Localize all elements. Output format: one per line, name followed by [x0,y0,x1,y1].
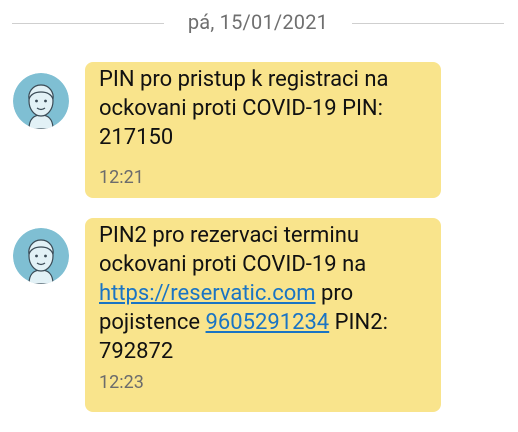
reservatic-link[interactable]: https://reservatic.com [99,281,316,306]
message-timestamp: 12:21 [99,167,144,188]
sms-conversation: pá, 15/01/2021 PIN pro pristup k registr… [0,0,518,432]
message-text: PIN2 pro rezervaci terminu ockovani prot… [99,221,429,366]
message-timestamp: 12:23 [99,372,144,393]
message-line: PIN2 pro rezervaci terminu [99,223,359,248]
message-bubble[interactable]: PIN2 pro rezervaci terminu ockovani prot… [85,218,441,412]
message-line: 792872 [99,339,174,364]
message-line: PIN pro pristup k registraci na [99,67,389,92]
message-line: ockovani proti COVID-19 PIN: [99,96,383,121]
message-fragment: pro [315,281,354,306]
message-line: 217150 [99,125,174,150]
phone-number-link[interactable]: 9605291234 [206,310,330,335]
message-fragment: pojistence [99,310,206,335]
message-text: PIN pro pristup k registraci na ockovani… [99,65,429,152]
message-line: https://reservatic.com pro [99,279,429,308]
date-divider: pá, 15/01/2021 [0,6,518,38]
date-label: pá, 15/01/2021 [187,10,329,34]
contact-avatar-icon[interactable] [13,73,69,129]
message-line: ockovani proti COVID-19 na [99,252,367,277]
message-line: pojistence 9605291234 PIN2: [99,308,429,337]
contact-avatar-icon[interactable] [13,228,69,284]
message-bubble[interactable]: PIN pro pristup k registraci na ockovani… [85,62,441,198]
message-fragment: PIN2: [329,310,388,335]
divider-line-left [12,23,164,24]
divider-line-right [352,23,504,24]
